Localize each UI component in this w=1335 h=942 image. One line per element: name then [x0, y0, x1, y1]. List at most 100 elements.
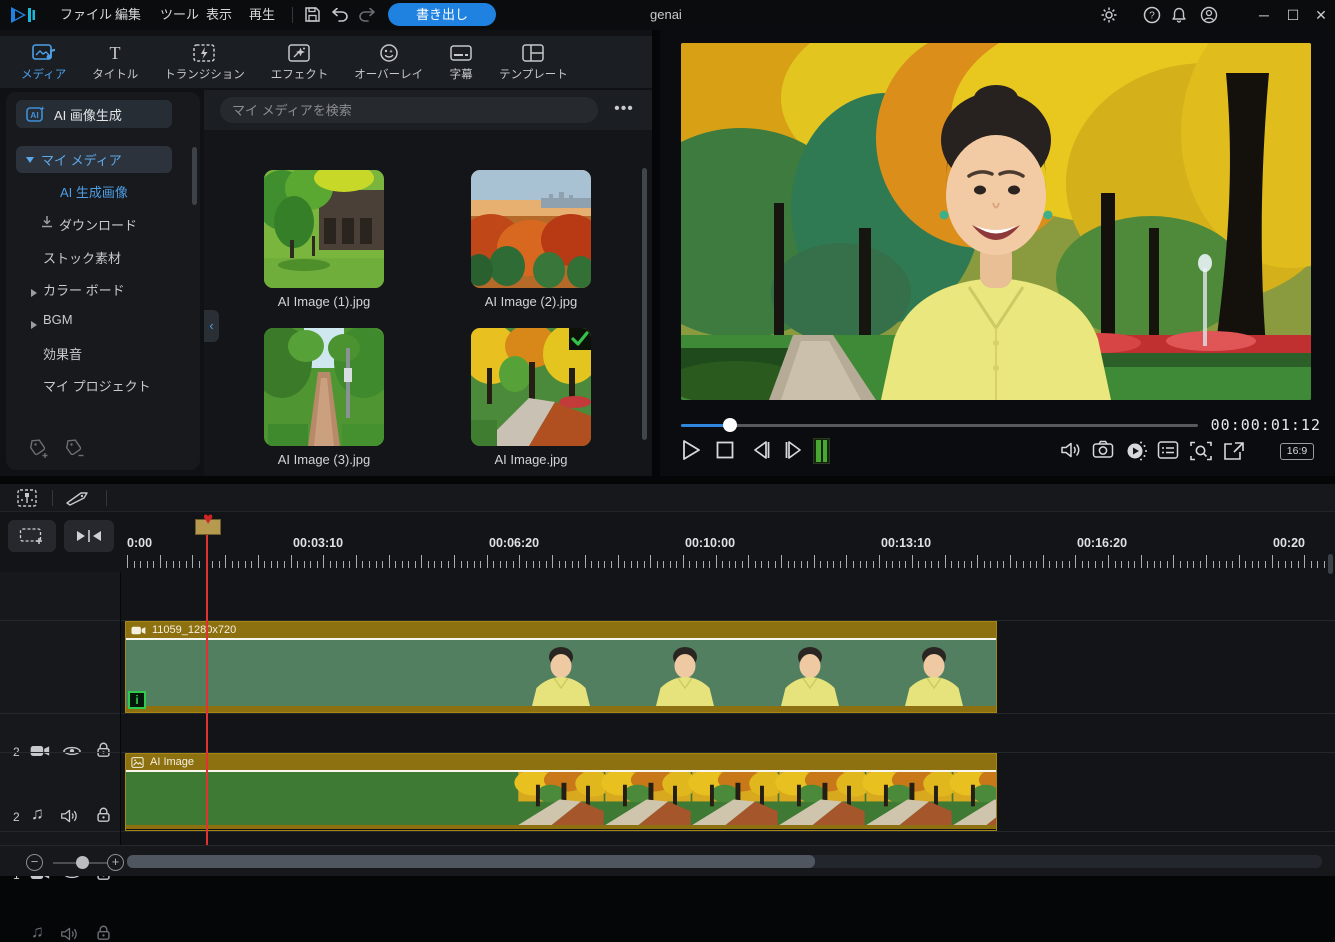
tab-transition[interactable]: トランジション [151, 43, 258, 82]
timeline-vscrollbar[interactable] [1328, 554, 1333, 574]
zoom-out-button[interactable]: − [26, 854, 43, 871]
audio-track-note-icon: ♫ [31, 804, 44, 824]
sidebar-item-sound-effects[interactable]: 効果音 [43, 344, 82, 363]
sidebar-item-my-project[interactable]: マイ プロジェクト [43, 376, 151, 395]
track-lock-icon[interactable] [96, 806, 111, 823]
image-clip-filmstrip [126, 772, 996, 825]
sidebar-item-ai-images[interactable]: AI 生成画像 [60, 182, 128, 201]
play-button[interactable] [680, 438, 704, 464]
save-icon[interactable] [304, 6, 321, 23]
menu-view[interactable]: 表示 [206, 0, 232, 30]
stop-button[interactable] [715, 440, 739, 466]
detach-window-icon[interactable] [1222, 440, 1246, 466]
library-sidebar: AI AI 画像生成 マイ メディア AI 生成画像 ダウンロード ストック素材… [6, 92, 200, 470]
settings-gear-icon[interactable] [1100, 6, 1118, 24]
snapshot-camera-icon[interactable] [1092, 440, 1116, 466]
preview-scene [681, 43, 1311, 400]
seek-bar-track[interactable] [681, 424, 1198, 427]
track-header-column: 2 2 ♫ 1 ♫ [0, 572, 120, 845]
search-row: ••• [204, 90, 652, 130]
more-options-icon[interactable]: ••• [608, 94, 640, 124]
tab-title[interactable]: T タイトル [79, 43, 151, 82]
title-bar: ファイル 編集 ツール 表示 再生 書き出し genai ? ─ ☐ ✕ [0, 0, 1335, 30]
track-visibility-eye-icon[interactable] [62, 744, 82, 758]
menu-play[interactable]: 再生 [249, 0, 275, 30]
sidebar-item-stock[interactable]: ストック素材 [43, 248, 121, 267]
minimize-button[interactable]: ─ [1250, 0, 1278, 30]
media-thumbnail-4[interactable] [471, 328, 591, 446]
seek-bar-thumb[interactable] [723, 418, 737, 432]
volume-icon[interactable] [1060, 440, 1084, 466]
tab-subtitles[interactable]: 字幕 [436, 43, 486, 82]
playhead-line[interactable] [206, 535, 208, 845]
tab-effect[interactable]: エフェクト [258, 43, 342, 82]
media-thumbnail-2[interactable] [471, 170, 591, 288]
account-icon[interactable] [1200, 6, 1218, 24]
clip-image-icon [131, 757, 144, 768]
help-icon[interactable]: ? [1143, 6, 1161, 24]
video-clip[interactable]: 11059_1280x720 i [125, 621, 997, 713]
ruler-ticks[interactable] [125, 554, 1331, 568]
tab-media[interactable]: メディア [8, 43, 79, 82]
export-button[interactable]: 書き出し [388, 3, 496, 26]
chroma-info-badge[interactable]: i [128, 691, 146, 709]
sidebar-item-color-board[interactable]: カラー ボード [43, 280, 125, 299]
razor-split-icon[interactable] [64, 488, 90, 508]
timeline-tracks-area[interactable]: 11059_1280x720 i AI Image [120, 572, 1335, 845]
divider [106, 490, 107, 506]
ai-generate-label: AI 画像生成 [54, 105, 122, 124]
title-icon: T [104, 43, 126, 63]
previous-frame-button[interactable] [749, 439, 773, 465]
overlay-icon [378, 43, 400, 63]
media-thumbnail-3[interactable] [264, 328, 384, 446]
preview-video-frame [681, 43, 1311, 400]
undo-icon[interactable] [331, 8, 349, 22]
redo-icon[interactable] [358, 8, 376, 22]
add-track-button[interactable] [8, 520, 56, 552]
transition-icon [192, 43, 216, 63]
close-button[interactable]: ✕ [1307, 0, 1335, 30]
collapse-sidebar-handle[interactable]: ‹ [204, 310, 219, 342]
image-clip[interactable]: AI Image [125, 753, 997, 831]
playback-list-icon[interactable] [1157, 440, 1181, 466]
sidebar-item-download[interactable]: ダウンロード [59, 215, 137, 234]
menu-edit[interactable]: 編集 [115, 0, 141, 30]
chevron-right-icon [31, 316, 37, 334]
maximize-button[interactable]: ☐ [1279, 0, 1307, 30]
sidebar-scrollbar[interactable] [192, 147, 197, 205]
media-library-area: ••• AI Image (1).jpg AI Image (2).jpg AI… [204, 90, 652, 476]
subtitles-icon [449, 43, 473, 63]
tab-template[interactable]: テンプレート [486, 43, 581, 82]
media-icon [32, 43, 56, 63]
timeline-hscrollbar-thumb[interactable] [127, 855, 815, 868]
track-lock-icon[interactable] [96, 741, 111, 758]
sidebar-item-bgm[interactable]: BGM [43, 312, 73, 327]
svg-text:T: T [110, 43, 121, 63]
add-tag-icon[interactable] [28, 437, 52, 461]
media-scrollbar[interactable] [642, 168, 647, 440]
search-input[interactable] [220, 97, 598, 123]
zoom-in-button[interactable]: + [107, 854, 124, 871]
remove-tag-icon[interactable] [64, 437, 88, 461]
aspect-ratio-badge[interactable]: 16:9 [1280, 443, 1314, 460]
zoom-fit-icon[interactable] [1189, 440, 1213, 466]
notifications-bell-icon[interactable] [1170, 6, 1188, 24]
track-mute-speaker-icon[interactable] [60, 808, 79, 824]
timeline-zoom-slider-thumb[interactable] [76, 856, 89, 869]
preview-quality-icon[interactable] [1124, 440, 1148, 466]
video-track-icon [30, 744, 50, 758]
ai-image-generate-button[interactable]: AI AI 画像生成 [16, 100, 172, 128]
menu-file[interactable]: ファイル [60, 0, 112, 30]
snap-gap-button[interactable] [64, 520, 114, 552]
sidebar-item-my-media[interactable]: マイ メディア [16, 146, 172, 173]
media-thumbnail-1[interactable] [264, 170, 384, 288]
tab-overlay[interactable]: オーバーレイ [341, 43, 436, 82]
menu-tools[interactable]: ツール [160, 0, 199, 30]
timecode-display: 00:00:01:12 [1211, 416, 1321, 434]
timeline-panel: 0:00 00:03:10 00:06:20 00:10:00 00:13:10… [0, 484, 1335, 876]
playhead-marker-icon[interactable]: ♥ [198, 510, 218, 528]
track-manager-icon[interactable] [16, 488, 38, 508]
ruler-label: 00:03:10 [293, 536, 343, 550]
next-frame-button[interactable] [782, 439, 806, 465]
media-item-name: AI Image (2).jpg [451, 294, 611, 309]
